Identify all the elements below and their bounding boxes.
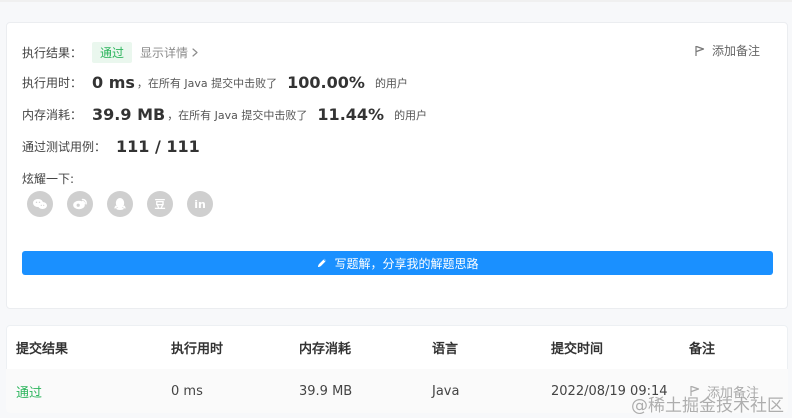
header-submitted: 提交时间: [551, 341, 604, 357]
runtime-middle: ，在所有 Java 提交中击败了: [136, 76, 278, 90]
linkedin-share-button[interactable]: in: [187, 191, 213, 217]
memory-value: 39.9 MB: [92, 105, 166, 124]
show-details-link[interactable]: 显示详情: [140, 44, 198, 61]
tests-value: 111 / 111: [116, 137, 200, 156]
watermark: @稀土掘金技术社区: [631, 396, 784, 416]
flag-icon: [694, 45, 706, 57]
share-label-row: 炫耀一下:: [22, 170, 74, 187]
runtime-row: 执行用时： 0 ms ，在所有 Java 提交中击败了 100.00% 的用户: [22, 73, 408, 92]
add-note-button[interactable]: 添加备注: [694, 42, 760, 59]
douban-share-button[interactable]: 豆: [147, 191, 173, 217]
runtime-label: 执行用时：: [22, 76, 83, 90]
qq-share-button[interactable]: [107, 191, 133, 217]
result-row: 执行结果： 通过 显示详情: [22, 42, 198, 63]
add-note-label: 添加备注: [711, 44, 760, 58]
submission-runtime: 0 ms: [171, 383, 203, 399]
write-solution-label: 写题解，分享我的解题思路: [334, 256, 479, 271]
tests-label: 通过测试用例：: [22, 140, 107, 154]
submission-memory: 39.9 MB: [299, 383, 353, 399]
header-result: 提交结果: [16, 341, 69, 357]
runtime-suffix: 的用户: [374, 76, 408, 90]
header-runtime: 执行用时: [171, 341, 224, 357]
memory-middle: ，在所有 Java 提交中击败了: [167, 108, 308, 122]
header-memory: 内存消耗: [299, 341, 352, 357]
memory-suffix: 的用户: [394, 108, 428, 122]
memory-row: 内存消耗： 39.9 MB ，在所有 Java 提交中击败了 11.44% 的用…: [22, 105, 427, 124]
write-solution-button[interactable]: 写题解，分享我的解题思路: [22, 251, 773, 275]
weibo-icon: [72, 197, 88, 211]
qq-icon: [113, 197, 127, 212]
share-buttons: 豆 in: [27, 191, 213, 217]
share-label: 炫耀一下:: [22, 172, 75, 186]
douban-icon: 豆: [154, 198, 166, 211]
wechat-icon: [32, 197, 48, 211]
show-details-label: 显示详情: [140, 46, 189, 60]
submission-result-link[interactable]: 通过: [16, 369, 42, 413]
chevron-right-icon: [192, 48, 198, 57]
table-header: 提交结果 执行用时 内存消耗 语言 提交时间 备注: [6, 325, 788, 369]
status-badge: 通过: [92, 42, 133, 63]
tests-row: 通过测试用例： 111 / 111: [22, 137, 202, 156]
linkedin-icon: in: [194, 197, 206, 211]
runtime-value: 0 ms: [92, 73, 135, 92]
weibo-share-button[interactable]: [67, 191, 93, 217]
execution-result-label: 执行结果：: [22, 46, 83, 60]
submission-language: Java: [432, 383, 460, 399]
pencil-icon: [316, 257, 328, 269]
result-card: 执行结果： 通过 显示详情 添加备注 执行用时： 0 ms ，在所有 Java …: [6, 22, 788, 309]
runtime-percent: 100.00%: [287, 73, 365, 92]
top-edge: [0, 0, 792, 2]
memory-percent: 11.44%: [317, 105, 385, 124]
header-language: 语言: [432, 341, 459, 357]
memory-label: 内存消耗：: [22, 108, 83, 122]
header-note: 备注: [689, 341, 716, 357]
wechat-share-button[interactable]: [27, 191, 53, 217]
